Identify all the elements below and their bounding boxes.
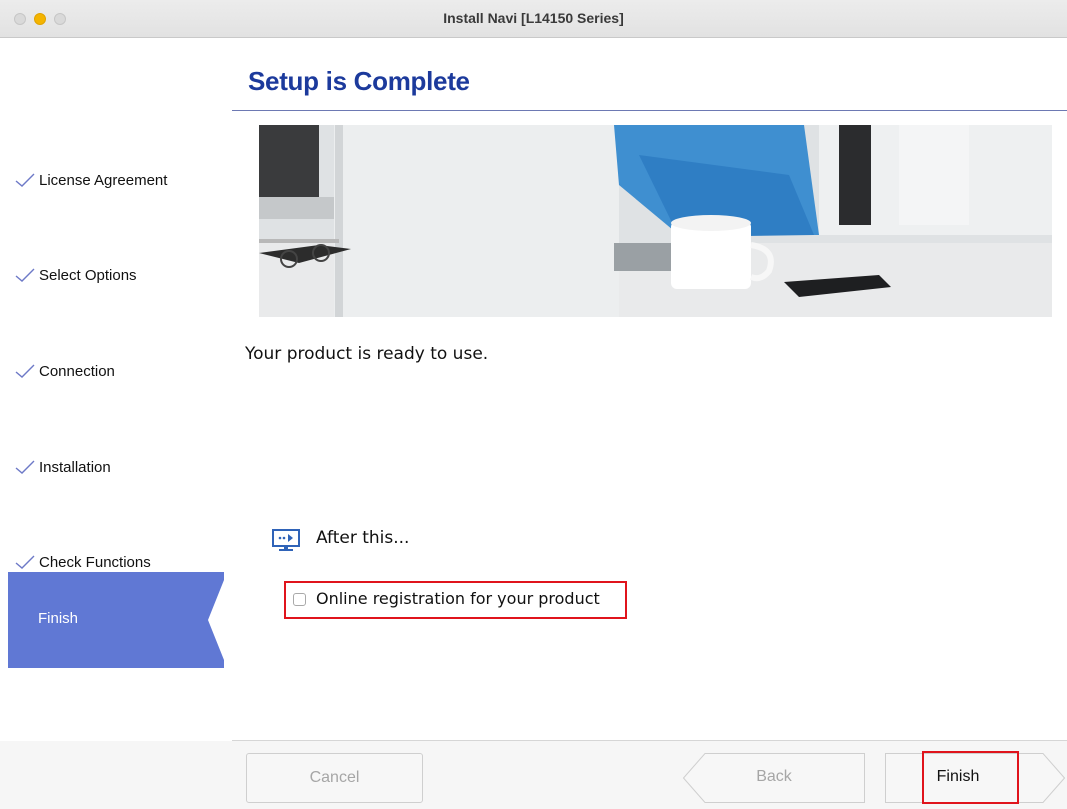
step-label: Select Options [39, 266, 137, 284]
back-button[interactable]: Back [682, 753, 865, 803]
step-finish-current: Finish [8, 572, 224, 668]
step-select-options: Select Options [14, 263, 137, 287]
footer-divider [232, 740, 1067, 741]
step-label: Check Functions [39, 553, 151, 571]
online-registration-option[interactable]: Online registration for your product [284, 581, 627, 619]
step-installation: Installation [14, 455, 111, 479]
step-label: License Agreement [39, 171, 168, 189]
window-title: Install Navi [L14150 Series] [443, 10, 624, 26]
checkmark-icon [15, 460, 35, 474]
ready-message: Your product is ready to use. [245, 344, 489, 364]
checkmark-icon [15, 268, 35, 282]
after-this-heading: After this... [316, 528, 410, 548]
office-laptop-photo [259, 125, 1052, 317]
step-label: Installation [39, 458, 111, 476]
title-bar: Install Navi [L14150 Series] [0, 0, 1067, 38]
checkmark-icon [15, 364, 35, 378]
title-divider [232, 110, 1067, 111]
page-title: Setup is Complete [248, 66, 470, 96]
finish-highlight-box [922, 751, 1019, 804]
online-registration-checkbox[interactable] [293, 593, 306, 606]
checkmark-icon [15, 173, 35, 187]
step-connection: Connection [14, 359, 115, 383]
online-registration-label[interactable]: Online registration for your product [316, 589, 600, 608]
step-license-agreement: License Agreement [14, 168, 167, 192]
step-check-functions: Check Functions [14, 550, 151, 574]
step-label: Connection [39, 362, 115, 380]
back-button-label: Back [756, 768, 792, 785]
step-label: Finish [38, 610, 79, 627]
display-arrow-icon [272, 529, 300, 551]
cancel-button[interactable]: Cancel [246, 753, 423, 803]
checkmark-icon [15, 555, 35, 569]
